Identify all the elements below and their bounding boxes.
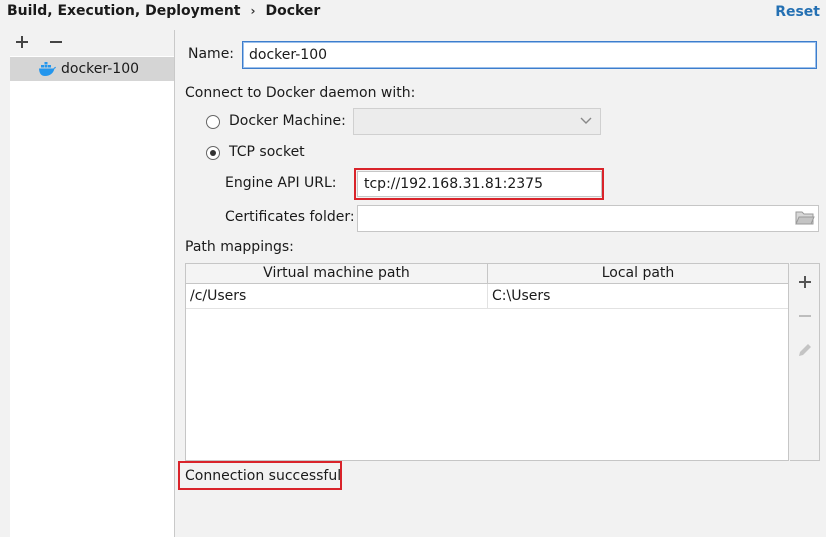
minus-icon[interactable] bbox=[46, 32, 66, 52]
table-row[interactable]: /c/Users C:\Users bbox=[186, 284, 788, 309]
breadcrumb: Build, Execution, Deployment › Docker bbox=[7, 1, 320, 21]
breadcrumb-parent: Build, Execution, Deployment bbox=[7, 3, 241, 19]
breadcrumb-current: Docker bbox=[265, 3, 321, 19]
radio-selected-dot bbox=[210, 150, 216, 156]
sidebar-item-label: docker-100 bbox=[61, 61, 140, 77]
edit-mapping-icon[interactable] bbox=[793, 338, 817, 362]
engine-api-url-field[interactable] bbox=[357, 171, 602, 197]
sidebar-item-docker-100[interactable]: docker-100 bbox=[10, 57, 174, 81]
certificates-folder-field[interactable] bbox=[357, 205, 819, 232]
cell-local-path: C:\Users bbox=[492, 288, 551, 304]
name-field[interactable] bbox=[242, 41, 817, 69]
column-header-vm-path[interactable]: Virtual machine path bbox=[186, 264, 488, 283]
status-message: Connection successful bbox=[185, 468, 342, 484]
name-label: Name: bbox=[188, 46, 235, 62]
plus-icon[interactable] bbox=[12, 32, 32, 52]
path-mappings-label: Path mappings: bbox=[185, 239, 294, 255]
remove-mapping-icon[interactable] bbox=[793, 304, 817, 328]
docker-machine-radio[interactable] bbox=[206, 115, 220, 129]
folder-browse-icon[interactable] bbox=[795, 210, 815, 230]
cell-vm-path: /c/Users bbox=[186, 284, 488, 308]
path-mappings-table: Virtual machine path Local path /c/Users… bbox=[185, 263, 789, 461]
column-header-local-path[interactable]: Local path bbox=[488, 264, 788, 283]
tcp-socket-radio[interactable] bbox=[206, 146, 220, 160]
docker-whale-icon bbox=[37, 61, 57, 77]
engine-api-url-label: Engine API URL: bbox=[225, 175, 337, 191]
reset-link[interactable]: Reset bbox=[775, 4, 820, 20]
tcp-socket-label: TCP socket bbox=[229, 144, 305, 160]
chevron-down-icon bbox=[580, 114, 592, 130]
sidebar-toolbar bbox=[12, 32, 66, 52]
docker-machine-label: Docker Machine: bbox=[229, 113, 346, 129]
breadcrumb-separator: › bbox=[250, 4, 256, 18]
connect-label: Connect to Docker daemon with: bbox=[185, 85, 416, 101]
certificates-folder-label: Certificates folder: bbox=[225, 209, 355, 225]
docker-config-list bbox=[10, 56, 174, 537]
add-mapping-icon[interactable] bbox=[793, 270, 817, 294]
panel-divider bbox=[174, 30, 175, 537]
docker-machine-select[interactable] bbox=[353, 108, 601, 135]
table-toolbar bbox=[790, 263, 820, 461]
table-header: Virtual machine path Local path bbox=[186, 264, 788, 284]
